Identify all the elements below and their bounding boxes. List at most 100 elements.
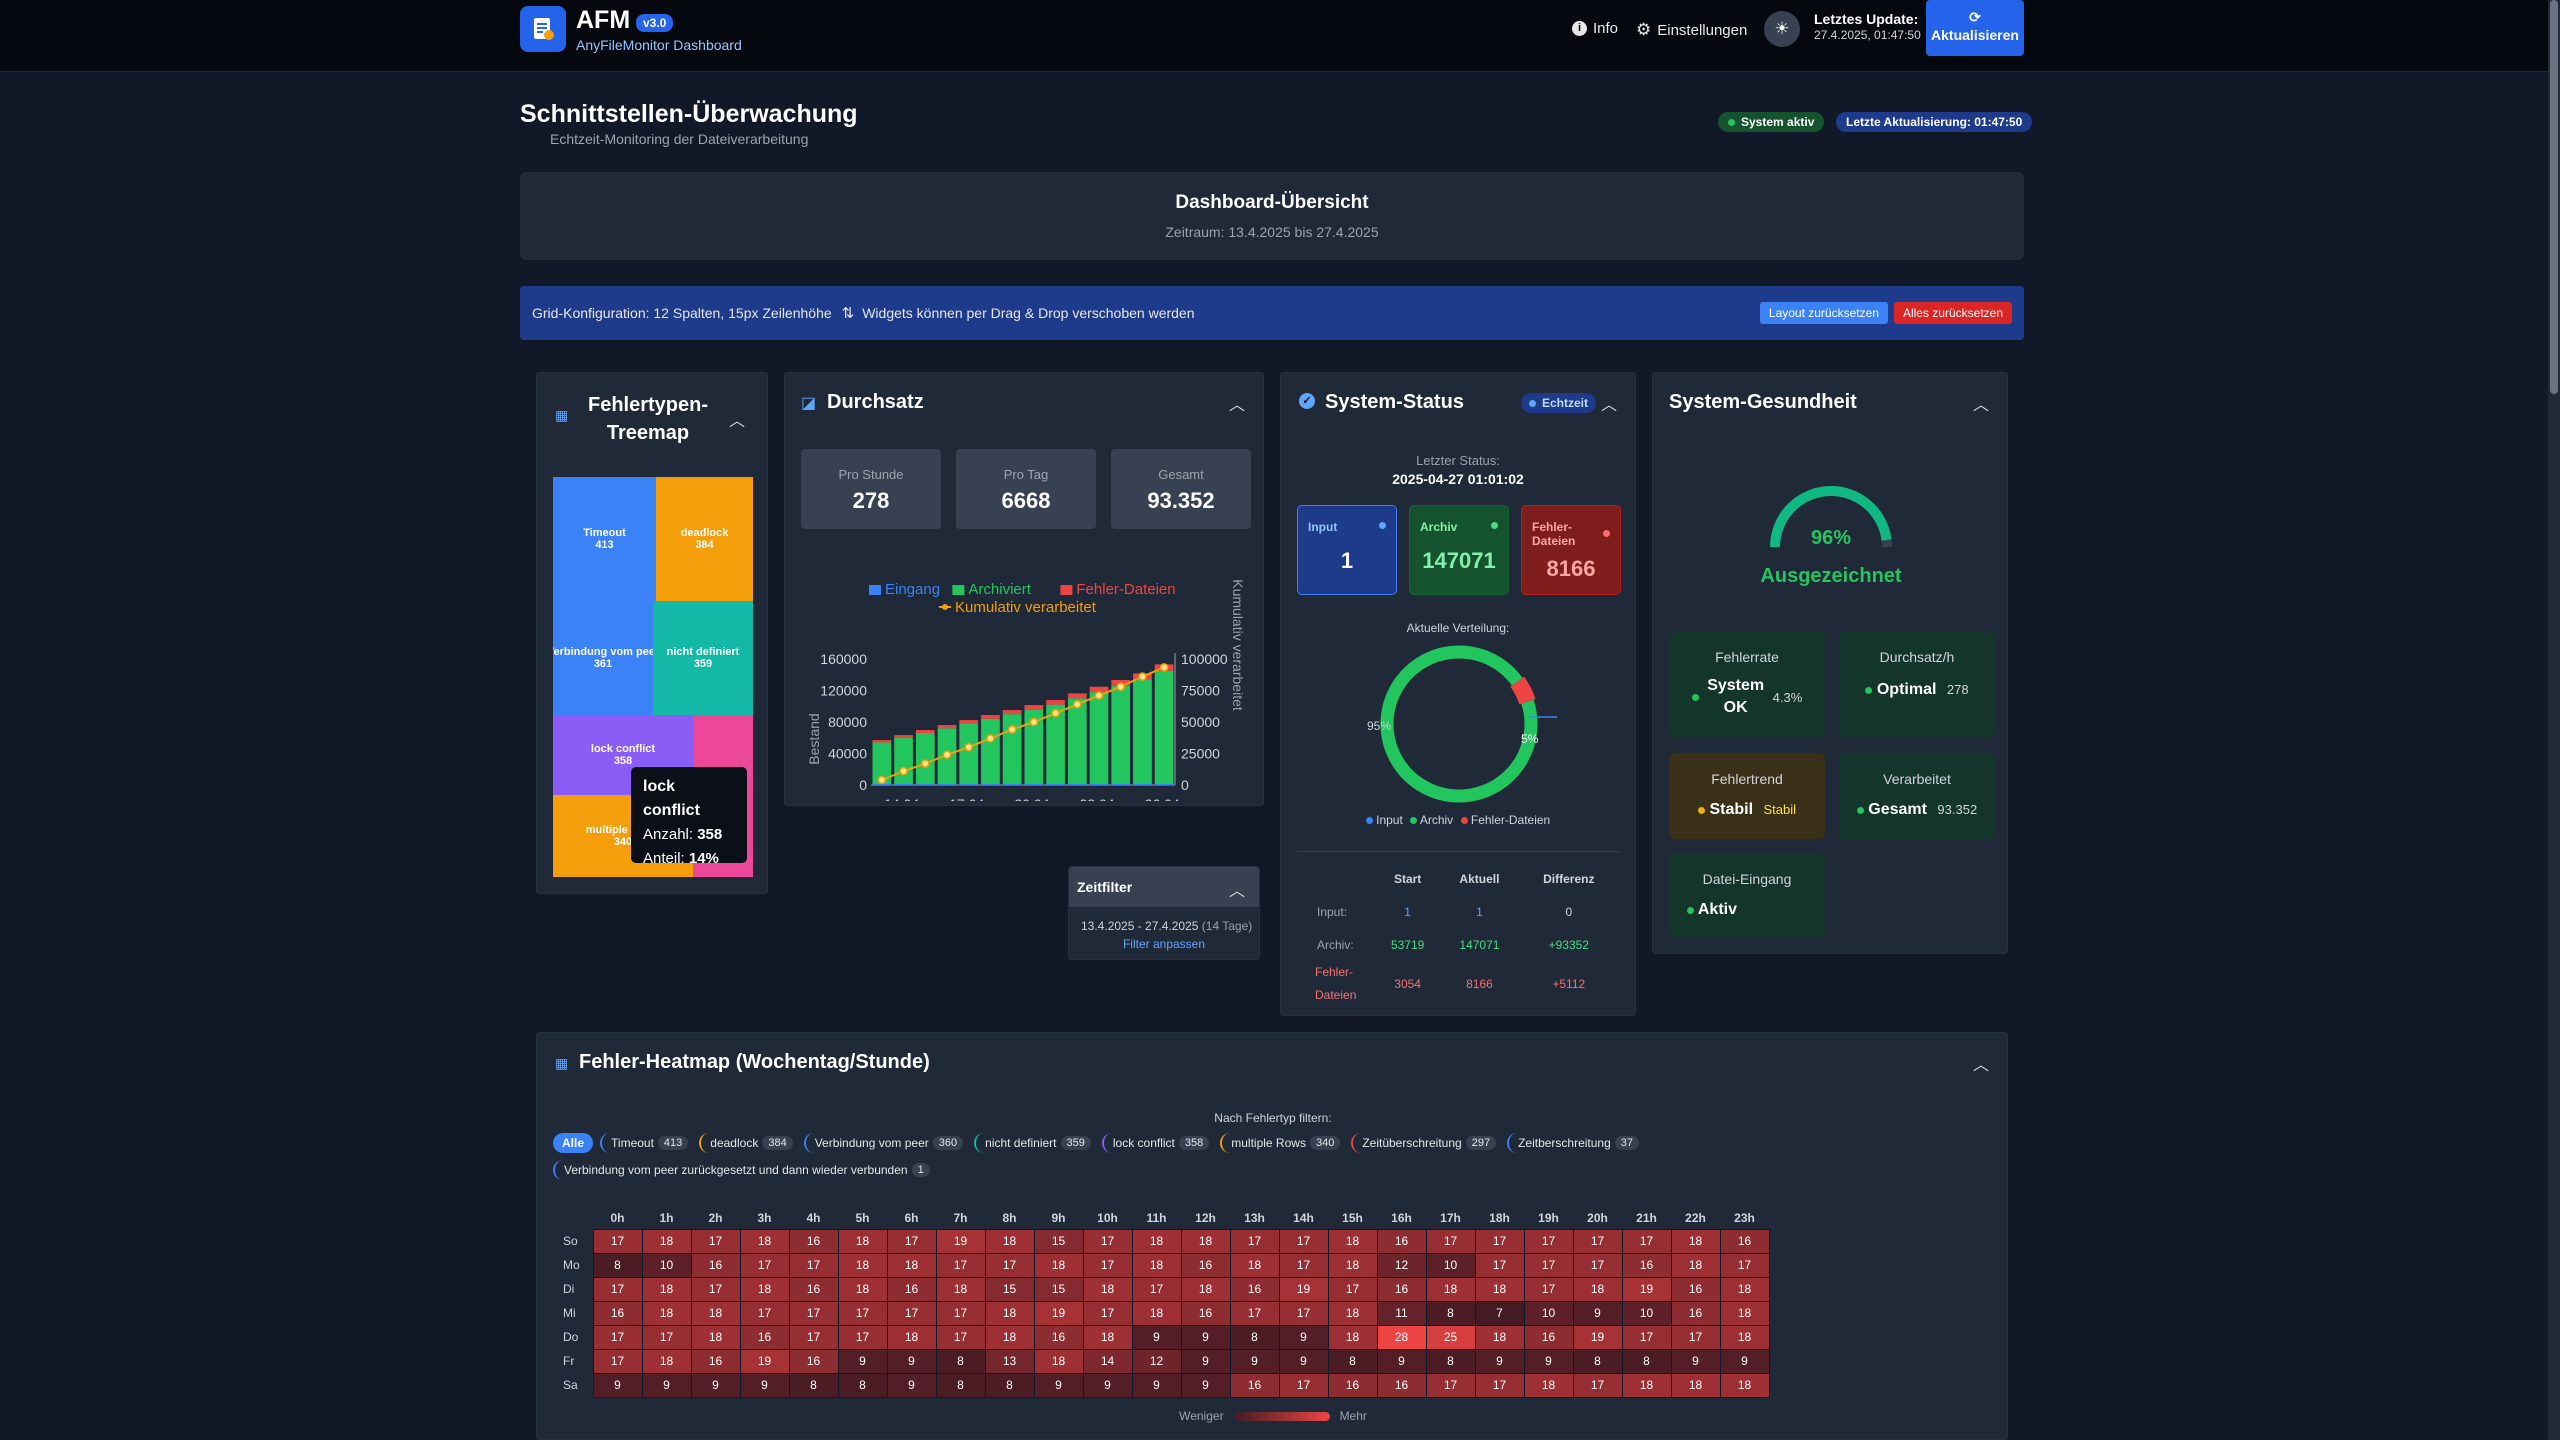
heatmap-cell[interactable]: 9 <box>1474 1348 1525 1374</box>
heatmap-cell[interactable]: 19 <box>739 1348 790 1374</box>
heatmap-cell[interactable]: 18 <box>837 1228 888 1254</box>
heatmap-cell[interactable]: 17 <box>1082 1228 1133 1254</box>
treemap-cell-verbindung[interactable]: Verbindung vom peer361 <box>553 601 653 715</box>
heatmap-cell[interactable]: 17 <box>886 1300 937 1326</box>
heatmap-cell[interactable]: 17 <box>1523 1228 1574 1254</box>
time-filter-widget[interactable]: Zeitfilter ︿ 13.4.2025 - 27.4.2025 (14 T… <box>1068 866 1260 960</box>
chip-zeitueberschreitung[interactable]: Zeitüberschreitung 297 <box>1351 1133 1501 1153</box>
heatmap-cell[interactable]: 17 <box>1572 1252 1623 1278</box>
scrollbar[interactable] <box>2548 0 2560 1440</box>
heatmap-cell[interactable]: 17 <box>1278 1300 1329 1326</box>
heatmap-cell[interactable]: 18 <box>641 1300 692 1326</box>
heatmap-cell[interactable]: 17 <box>788 1324 839 1350</box>
heatmap-cell[interactable]: 8 <box>1621 1348 1672 1374</box>
heatmap-cell[interactable]: 17 <box>1523 1276 1574 1302</box>
heatmap-cell[interactable]: 18 <box>1474 1276 1525 1302</box>
heatmap-cell[interactable]: 17 <box>1425 1228 1476 1254</box>
system-status-widget[interactable]: ✓ System-Status Echtzeit ︿ Letzter Statu… <box>1280 372 1636 1016</box>
heatmap-cell[interactable]: 16 <box>1719 1228 1770 1254</box>
heatmap-cell[interactable]: 17 <box>1131 1276 1182 1302</box>
heatmap-cell[interactable]: 10 <box>1621 1300 1672 1326</box>
heatmap-cell[interactable]: 17 <box>935 1324 986 1350</box>
heatmap-cell[interactable]: 28 <box>1376 1324 1427 1350</box>
heatmap-cell[interactable]: 9 <box>1719 1348 1770 1374</box>
chip-multiple-rows[interactable]: multiple Rows 340 <box>1220 1133 1345 1153</box>
heatmap-cell[interactable]: 17 <box>886 1228 937 1254</box>
heatmap-cell[interactable]: 9 <box>1572 1300 1623 1326</box>
theme-toggle-button[interactable]: ☀ <box>1764 11 1800 47</box>
heatmap-cell[interactable]: 8 <box>1229 1324 1280 1350</box>
heatmap-cell[interactable]: 18 <box>739 1228 790 1254</box>
throughput-widget[interactable]: ◪ Durchsatz ︿ Pro Stunde 278 Pro Tag 6668 … <box>784 372 1264 806</box>
heatmap-cell[interactable]: 9 <box>1523 1348 1574 1374</box>
heatmap-cell[interactable]: 16 <box>1523 1324 1574 1350</box>
collapse-chevron-icon[interactable]: ︿ <box>1973 1051 1989 1075</box>
heatmap-cell[interactable]: 8 <box>592 1252 643 1278</box>
info-link[interactable]: i Info <box>1572 20 1618 37</box>
heatmap-cell[interactable]: 16 <box>1327 1372 1378 1398</box>
heatmap-cell[interactable]: 18 <box>837 1276 888 1302</box>
heatmap-cell[interactable]: 17 <box>690 1276 741 1302</box>
heatmap-cell[interactable]: 17 <box>1670 1324 1721 1350</box>
heatmap-cell[interactable]: 16 <box>886 1276 937 1302</box>
reset-layout-button[interactable]: Layout zurücksetzen <box>1759 302 1888 324</box>
heatmap-cell[interactable]: 17 <box>1327 1276 1378 1302</box>
heatmap-cell[interactable]: 16 <box>1229 1276 1280 1302</box>
heatmap-cell[interactable]: 18 <box>1327 1228 1378 1254</box>
heatmap-cell[interactable]: 18 <box>641 1228 692 1254</box>
heatmap-cell[interactable]: 8 <box>935 1372 986 1398</box>
heatmap-cell[interactable]: 16 <box>739 1324 790 1350</box>
heatmap-cell[interactable]: 13 <box>984 1348 1035 1374</box>
heatmap-cell[interactable]: 17 <box>1278 1228 1329 1254</box>
heatmap-cell[interactable]: 25 <box>1425 1324 1476 1350</box>
chip-timeout[interactable]: Timeout 413 <box>600 1133 693 1153</box>
heatmap-cell[interactable]: 9 <box>1278 1324 1329 1350</box>
heatmap-cell[interactable]: 9 <box>641 1372 692 1398</box>
heatmap-cell[interactable]: 17 <box>1278 1252 1329 1278</box>
heatmap-cell[interactable]: 18 <box>1229 1252 1280 1278</box>
heatmap-cell[interactable]: 18 <box>1621 1372 1672 1398</box>
heatmap-cell[interactable]: 9 <box>886 1348 937 1374</box>
heatmap-cell[interactable]: 16 <box>1229 1372 1280 1398</box>
heatmap-cell[interactable]: 15 <box>1033 1276 1084 1302</box>
heatmap-cell[interactable]: 17 <box>788 1300 839 1326</box>
heatmap-cell[interactable]: 18 <box>1327 1324 1378 1350</box>
heatmap-cell[interactable]: 16 <box>1621 1252 1672 1278</box>
distribution-donut[interactable]: 95% 5% <box>1351 639 1567 809</box>
heatmap-cell[interactable]: 16 <box>1376 1372 1427 1398</box>
heatmap-cell[interactable]: 18 <box>1474 1324 1525 1350</box>
heatmap-cell[interactable]: 9 <box>1033 1372 1084 1398</box>
heatmap-cell[interactable]: 16 <box>690 1252 741 1278</box>
heatmap-cell[interactable]: 10 <box>1523 1300 1574 1326</box>
heatmap-cell[interactable]: 11 <box>1376 1300 1427 1326</box>
heatmap-cell[interactable]: 8 <box>1572 1348 1623 1374</box>
heatmap-cell[interactable]: 18 <box>935 1276 986 1302</box>
heatmap-cell[interactable]: 18 <box>1719 1372 1770 1398</box>
heatmap-cell[interactable]: 18 <box>1131 1228 1182 1254</box>
heatmap-cell[interactable]: 9 <box>1670 1348 1721 1374</box>
heatmap-cell[interactable]: 18 <box>886 1252 937 1278</box>
refresh-button[interactable]: ⟳ Aktualisieren <box>1926 0 2024 56</box>
heatmap-cell[interactable]: 18 <box>837 1252 888 1278</box>
chip-verbindung-reset[interactable]: Verbindung vom peer zurückgesetzt und da… <box>553 1160 934 1180</box>
heatmap-cell[interactable]: 17 <box>1523 1252 1574 1278</box>
heatmap-cell[interactable]: 14 <box>1082 1348 1133 1374</box>
heatmap-cell[interactable]: 18 <box>1327 1300 1378 1326</box>
heatmap-cell[interactable]: 17 <box>690 1228 741 1254</box>
settings-link[interactable]: ⚙ Einstellungen <box>1636 20 1747 40</box>
heatmap-cell[interactable]: 18 <box>1082 1276 1133 1302</box>
collapse-chevron-icon[interactable]: ︿ <box>729 407 745 431</box>
heatmap-cell[interactable]: 19 <box>1278 1276 1329 1302</box>
heatmap-cell[interactable]: 16 <box>1376 1228 1427 1254</box>
heatmap-cell[interactable]: 17 <box>1572 1228 1623 1254</box>
heatmap-cell[interactable]: 17 <box>1474 1372 1525 1398</box>
heatmap-cell[interactable]: 18 <box>1719 1276 1770 1302</box>
heatmap-cell[interactable]: 12 <box>1131 1348 1182 1374</box>
treemap-cell-nicht-definiert[interactable]: nicht definiert 359 <box>653 601 753 715</box>
heatmap-cell[interactable]: 16 <box>788 1228 839 1254</box>
adjust-filter-link[interactable]: Filter anpassen <box>1069 937 1259 951</box>
heatmap-cell[interactable]: 18 <box>1670 1228 1721 1254</box>
heatmap-cell[interactable]: 16 <box>1670 1300 1721 1326</box>
heatmap-cell[interactable]: 9 <box>1180 1372 1231 1398</box>
heatmap-cell[interactable]: 17 <box>1621 1228 1672 1254</box>
